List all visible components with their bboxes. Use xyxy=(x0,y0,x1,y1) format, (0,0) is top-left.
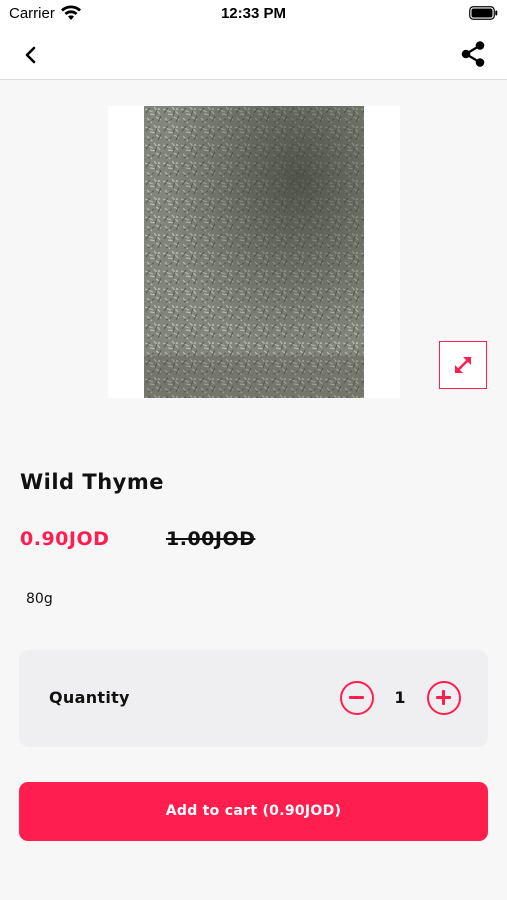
expand-arrows-icon xyxy=(455,357,471,373)
clock: 12:33 PM xyxy=(220,5,287,22)
quantity-value: 1 xyxy=(394,688,406,707)
quantity-card: Quantity 1 xyxy=(19,650,488,747)
decrease-quantity-button[interactable] xyxy=(340,681,374,715)
back-button[interactable] xyxy=(14,40,46,70)
product-image xyxy=(144,106,364,398)
chevron-left-icon xyxy=(25,46,36,64)
share-icon xyxy=(461,41,485,67)
product-image-card[interactable] xyxy=(108,106,400,398)
current-price: 0.90JOD xyxy=(20,528,110,550)
share-button[interactable] xyxy=(457,38,489,70)
battery-icon xyxy=(469,6,498,20)
expand-image-button[interactable] xyxy=(439,341,487,389)
product-weight: 80g xyxy=(26,591,53,607)
navigation-bar xyxy=(0,30,507,80)
status-bar: Carrier 12:33 PM xyxy=(0,0,507,30)
quantity-label: Quantity xyxy=(49,688,130,707)
product-title: Wild Thyme xyxy=(20,470,164,494)
original-price: 1.00JOD xyxy=(166,528,256,550)
add-to-cart-button[interactable]: Add to cart (0.90JOD) xyxy=(19,782,488,841)
increase-quantity-button[interactable] xyxy=(427,681,461,715)
product-detail-screen: Carrier 12:33 PM Wild Thyme 0.90JOD 1.00… xyxy=(0,0,507,900)
